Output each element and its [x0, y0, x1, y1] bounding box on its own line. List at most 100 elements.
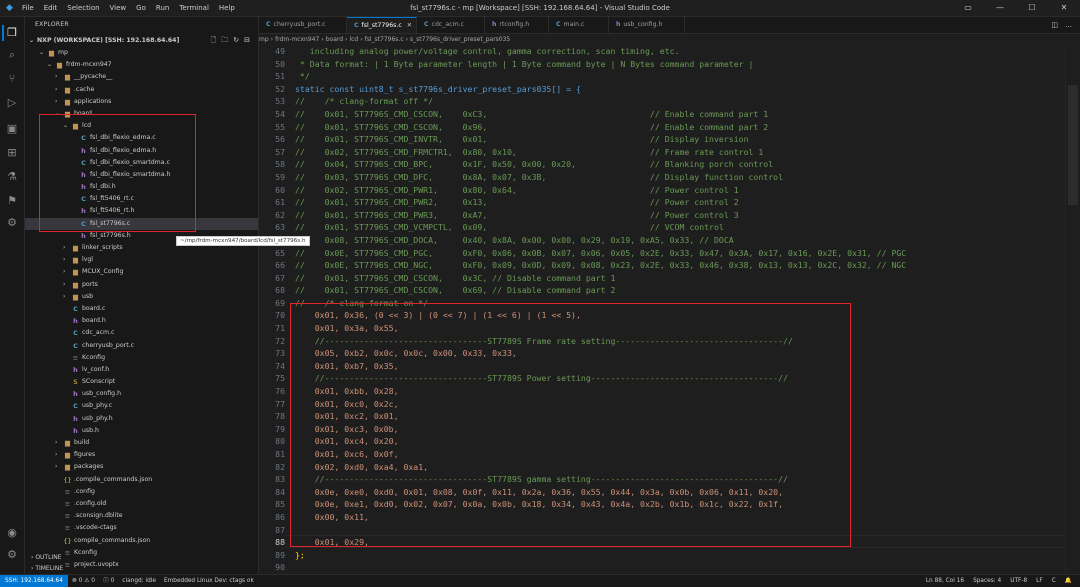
new-folder-icon[interactable]: 🗀: [221, 36, 228, 47]
status-item[interactable]: LF: [1036, 575, 1043, 587]
minimap-slider[interactable]: [1068, 85, 1078, 205]
code-line[interactable]: };: [295, 549, 1055, 562]
menu-item-help[interactable]: Help: [219, 0, 235, 16]
code-line[interactable]: // 0x01, ST7796S_CMD_PWR3, 0xA7, // Powe…: [295, 209, 1055, 222]
close-icon[interactable]: ✕: [1048, 0, 1080, 16]
tree-folder[interactable]: ⌄▆mp: [25, 47, 258, 59]
menu-item-go[interactable]: Go: [136, 0, 146, 16]
code-line[interactable]: including analog power/voltage control, …: [295, 45, 1055, 58]
breadcrumb-item[interactable]: lcd: [349, 36, 358, 43]
code-line[interactable]: // 0x01, ST7796S_CMD_CSCON, 0xC3, // Ena…: [295, 108, 1055, 121]
tree-file[interactable]: ≡.config: [25, 486, 258, 498]
remote-explorer-icon[interactable]: ▣: [4, 121, 20, 137]
layout-icon[interactable]: ▭: [952, 0, 984, 16]
menu-item-selection[interactable]: Selection: [67, 0, 99, 16]
tree-folder[interactable]: ⌄▆frdm-mcxn947: [25, 59, 258, 71]
close-tab-icon[interactable]: ✕: [407, 22, 412, 29]
extensions-icon[interactable]: ⊞: [4, 145, 20, 161]
collapse-all-icon[interactable]: ⊟: [244, 36, 250, 47]
tab-rtconfig-h[interactable]: hrtconfig.h: [485, 17, 549, 33]
code-line[interactable]: */: [295, 70, 1055, 83]
tree-file[interactable]: hboard.h: [25, 315, 258, 327]
tree-file[interactable]: husb_phy.h: [25, 413, 258, 425]
tree-file[interactable]: {}.compile_commands.json: [25, 474, 258, 486]
code-line[interactable]: // 0x03, ST7796S_CMD_DFC, 0x8A, 0x07, 0x…: [295, 171, 1055, 184]
code-line[interactable]: * Data format: | 1 Byte parameter length…: [295, 58, 1055, 71]
code-line[interactable]: // 0x0E, ST7796S_CMD_NGC, 0xF0, 0x09, 0x…: [295, 259, 1055, 272]
source-control-icon[interactable]: ⑂: [4, 71, 20, 87]
tree-file[interactable]: ≡Kconfig: [25, 352, 258, 364]
timeline-section[interactable]: › TIMELINE: [25, 563, 258, 574]
tab-usb-config-h[interactable]: husb_config.h: [609, 17, 685, 33]
tab-fsl-st7796s-c[interactable]: Cfsl_st7796s.c✕: [347, 17, 417, 33]
breadcrumb-item[interactable]: fsl_st7796s.c: [365, 36, 404, 43]
tree-folder[interactable]: ›▆figures: [25, 449, 258, 461]
tree-folder[interactable]: ›▆.cache: [25, 84, 258, 96]
tree-file[interactable]: Ccherryusb_port.c: [25, 340, 258, 352]
testing-icon[interactable]: ⚗: [4, 169, 20, 185]
settings-sync-icon[interactable]: ⚙: [4, 215, 20, 231]
tree-file[interactable]: ≡.config.old: [25, 498, 258, 510]
code-line[interactable]: // 0x01, ST7796S_CMD_CSCON, 0x96, // Ena…: [295, 121, 1055, 134]
code-line[interactable]: // 0x01, ST7796S_CMD_PWR2, 0x13, // Powe…: [295, 196, 1055, 209]
status-item[interactable]: Embedded Linux Dev: ctags ok: [164, 575, 254, 587]
code-line[interactable]: // 0x02, ST7796S_CMD_PWR1, 0x80, 0x64, /…: [295, 184, 1055, 197]
tree-folder[interactable]: ›▆ports: [25, 279, 258, 291]
menu-item-terminal[interactable]: Terminal: [179, 0, 209, 16]
tree-folder[interactable]: ›▆MCUX_Config: [25, 266, 258, 278]
tree-folder[interactable]: ›▆usb: [25, 291, 258, 303]
status-item[interactable]: Ln 88, Col 16: [926, 575, 964, 587]
run-debug-icon[interactable]: ▷: [4, 95, 20, 111]
status-item[interactable]: clangd: idle: [122, 575, 156, 587]
menu-item-file[interactable]: File: [22, 0, 34, 16]
docker-icon[interactable]: ⚑: [4, 193, 20, 209]
notifications-bell-icon[interactable]: 🔔: [1065, 575, 1072, 587]
tree-folder[interactable]: ›▆build: [25, 437, 258, 449]
breadcrumb-item[interactable]: frdm-mcxn947: [275, 36, 319, 43]
code-line[interactable]: [295, 561, 1055, 574]
tree-file[interactable]: ≡.vscode-ctags: [25, 522, 258, 534]
code-line[interactable]: // 0x01, ST7796S_CMD_VCMPCTL, 0x09, // V…: [295, 221, 1055, 234]
tree-file[interactable]: husb.h: [25, 425, 258, 437]
code-line[interactable]: static const uint8_t s_st7796s_driver_pr…: [295, 83, 1055, 96]
tree-file[interactable]: husb_config.h: [25, 388, 258, 400]
tab-main-c[interactable]: Cmain.c: [549, 17, 609, 33]
explorer-icon[interactable]: ❐: [2, 25, 20, 41]
status-item[interactable]: ⓘ 0: [103, 575, 114, 587]
maximize-icon[interactable]: ☐: [1016, 0, 1048, 16]
tree-folder[interactable]: ›▆lvgl: [25, 254, 258, 266]
tree-folder[interactable]: ›▆__pycache__: [25, 71, 258, 83]
split-editor-icon[interactable]: ◫: [1051, 17, 1058, 33]
code-line[interactable]: // 0x08, ST7796S_CMD_DOCA, 0x40, 0x8A, 0…: [295, 234, 1055, 247]
breadcrumb-item[interactable]: board: [326, 36, 343, 43]
remote-indicator[interactable]: SSH: 192.168.64.64: [0, 575, 68, 587]
tree-file[interactable]: Ccdc_acm.c: [25, 327, 258, 339]
menu-item-view[interactable]: View: [110, 0, 127, 16]
menu-item-run[interactable]: Run: [156, 0, 169, 16]
tree-file[interactable]: hlv_conf.h: [25, 364, 258, 376]
refresh-icon[interactable]: ↻: [233, 36, 239, 47]
minimize-icon[interactable]: —: [984, 0, 1016, 16]
tree-file[interactable]: Cboard.c: [25, 303, 258, 315]
outline-section[interactable]: › OUTLINE: [25, 552, 258, 563]
status-item[interactable]: C: [1052, 575, 1056, 587]
status-item[interactable]: Spaces: 4: [973, 575, 1001, 587]
tree-file[interactable]: SSConscript: [25, 376, 258, 388]
code-line[interactable]: // 0x01, ST7796S_CMD_CSCON, 0x3C, // Dis…: [295, 272, 1055, 285]
menu-item-edit[interactable]: Edit: [44, 0, 58, 16]
tree-folder[interactable]: ›▆applications: [25, 96, 258, 108]
more-actions-icon[interactable]: …: [1065, 17, 1072, 33]
code-line[interactable]: // 0x02, ST7796S_CMD_FRMCTR1, 0x80, 0x10…: [295, 146, 1055, 159]
code-line[interactable]: // 0x04, ST7796S_CMD_BPC, 0x1F, 0x50, 0x…: [295, 158, 1055, 171]
code-line[interactable]: // 0x0E, ST7796S_CMD_PGC, 0xF0, 0x06, 0x…: [295, 247, 1055, 260]
tree-file[interactable]: ≡.sconsign.dblite: [25, 510, 258, 522]
status-item[interactable]: ⊗ 0 ⚠ 0: [72, 575, 95, 587]
code-line[interactable]: // /* clang-format off */: [295, 95, 1055, 108]
tree-file[interactable]: Cusb_phy.c: [25, 400, 258, 412]
search-icon[interactable]: ⌕: [4, 47, 20, 63]
tab-cherryusb-port-c[interactable]: Ccherryusb_port.c: [259, 17, 347, 33]
breadcrumb-item[interactable]: s_st7796s_driver_preset_pars035: [410, 36, 510, 43]
tab-cdc-acm-c[interactable]: Ccdc_acm.c: [417, 17, 485, 33]
status-item[interactable]: UTF-8: [1010, 575, 1027, 587]
code-line[interactable]: // 0x01, ST7796S_CMD_INVTR, 0x01, // Dis…: [295, 133, 1055, 146]
